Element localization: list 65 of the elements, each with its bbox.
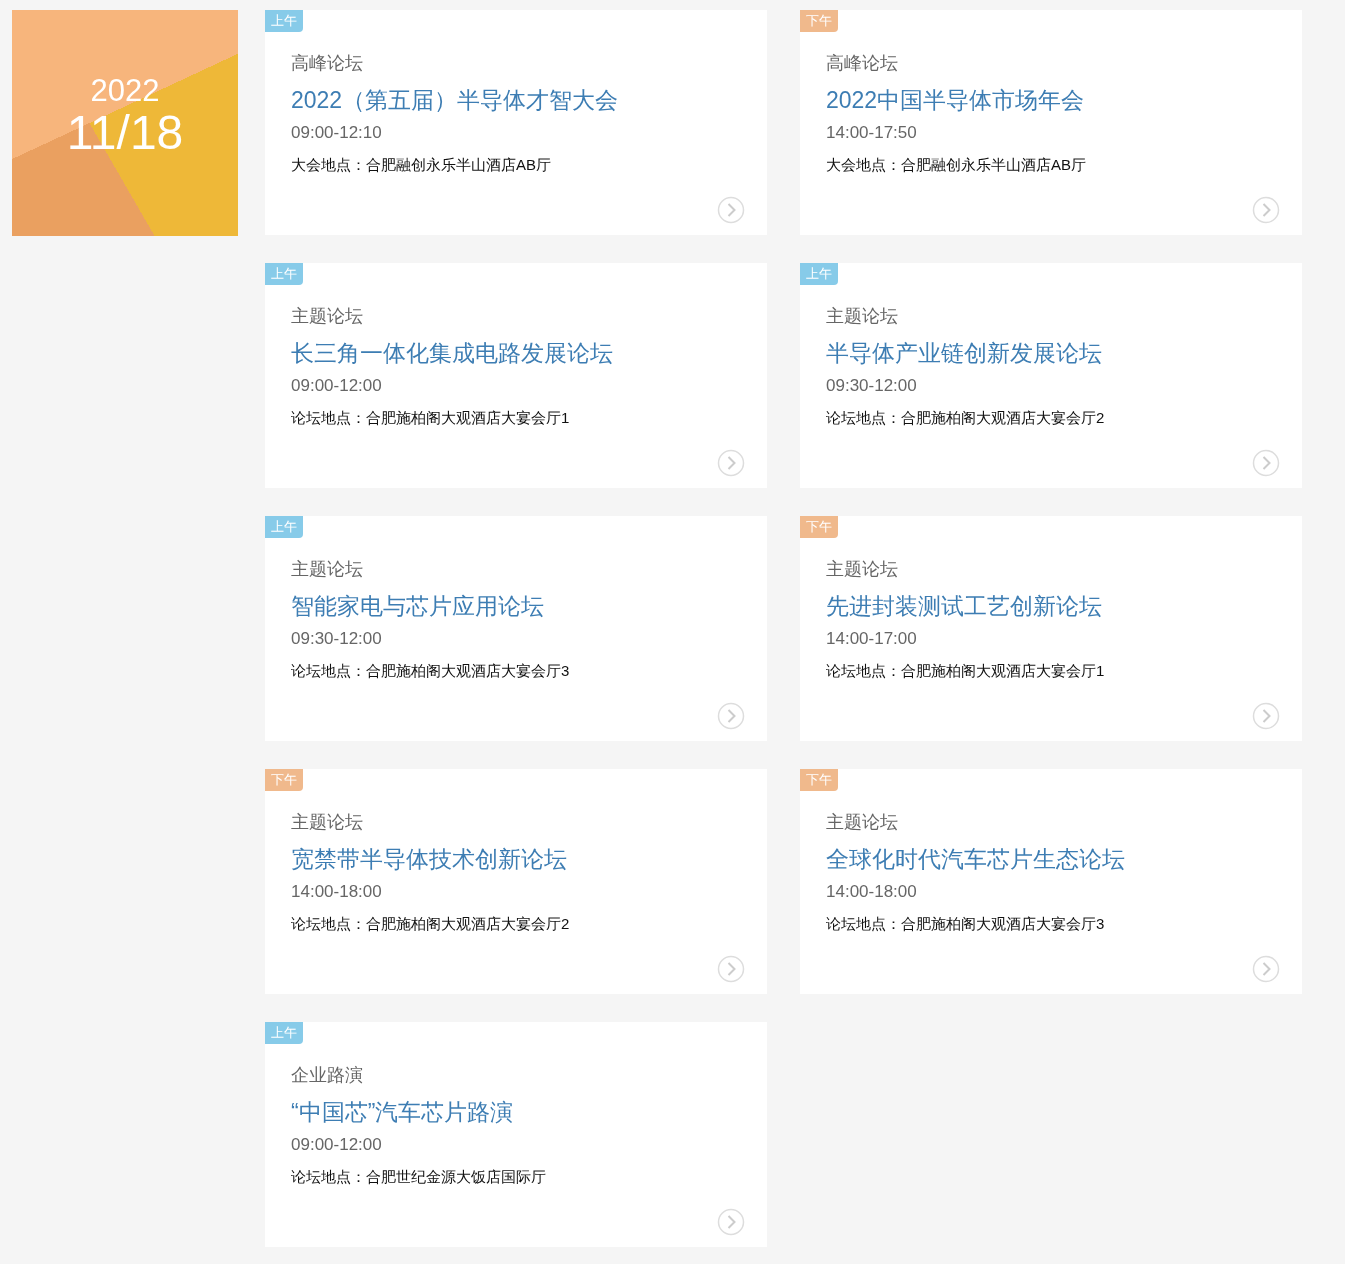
time-text: 09:30-12:00 — [291, 628, 383, 650]
session-title[interactable]: 2022中国半导体市场年会 — [826, 85, 1276, 115]
category-text: 主题论坛 — [291, 558, 364, 581]
category-text: 主题论坛 — [826, 811, 899, 834]
time-text: 09:00-12:10 — [291, 122, 383, 144]
venue-text: 论坛地点：合肥施柏阁大观酒店大宴会厅2 — [826, 408, 1106, 428]
time-text: 14:00-18:00 — [291, 881, 383, 903]
category-text: 主题论坛 — [826, 305, 899, 328]
session-title[interactable]: “中国芯”汽车芯片路演 — [291, 1097, 741, 1127]
session-card[interactable]: 上午 高峰论坛 2022（第五届）半导体才智大会 09:00-12:10 大会地点：合肥融创永乐半山酒店AB厅 — [265, 10, 767, 235]
venue-text: 论坛地点：合肥施柏阁大观酒店大宴会厅3 — [291, 661, 571, 681]
category-text: 高峰论坛 — [291, 52, 364, 75]
session-card[interactable]: 下午 高峰论坛 2022中国半导体市场年会 14:00-17:50 大会地点：合肥融创永乐半山酒店AB厅 — [800, 10, 1302, 235]
category-text: 高峰论坛 — [826, 52, 899, 75]
session-title[interactable]: 2022（第五届）半导体才智大会 — [291, 85, 741, 115]
period-tag: 上午 — [265, 263, 303, 285]
chevron-circle-icon[interactable] — [717, 955, 745, 983]
category-text: 主题论坛 — [291, 305, 364, 328]
session-card[interactable]: 上午 主题论坛 智能家电与芯片应用论坛 09:30-12:00 论坛地点：合肥施柏阁大观酒店大宴会厅3 — [265, 516, 767, 741]
period-tag: 下午 — [800, 516, 838, 538]
year-text: 2022 — [90, 74, 160, 109]
session-card[interactable]: 下午 主题论坛 先进封装测试工艺创新论坛 14:00-17:00 论坛地点：合肥施柏阁大观酒店大宴会厅1 — [800, 516, 1302, 741]
time-text: 09:00-12:00 — [291, 375, 383, 397]
session-title[interactable]: 全球化时代汽车芯片生态论坛 — [826, 844, 1276, 874]
chevron-circle-icon[interactable] — [1252, 702, 1280, 730]
session-title[interactable]: 智能家电与芯片应用论坛 — [291, 591, 741, 621]
chevron-circle-icon[interactable] — [717, 449, 745, 477]
period-tag: 下午 — [265, 769, 303, 791]
chevron-circle-icon[interactable] — [1252, 196, 1280, 224]
venue-text: 大会地点：合肥融创永乐半山酒店AB厅 — [291, 155, 552, 175]
period-tag: 上午 — [265, 1022, 303, 1044]
category-text: 主题论坛 — [826, 558, 899, 581]
venue-text: 论坛地点：合肥施柏阁大观酒店大宴会厅1 — [826, 661, 1106, 681]
session-card[interactable]: 上午 主题论坛 半导体产业链创新发展论坛 09:30-12:00 论坛地点：合肥施柏阁大观酒店大宴会厅2 — [800, 263, 1302, 488]
period-tag: 上午 — [265, 516, 303, 538]
session-title[interactable]: 先进封装测试工艺创新论坛 — [826, 591, 1276, 621]
category-text: 企业路演 — [291, 1064, 364, 1087]
venue-text: 论坛地点：合肥施柏阁大观酒店大宴会厅2 — [291, 914, 571, 934]
chevron-circle-icon[interactable] — [717, 1208, 745, 1236]
session-title[interactable]: 半导体产业链创新发展论坛 — [826, 338, 1276, 368]
time-text: 09:30-12:00 — [826, 375, 918, 397]
session-card[interactable]: 上午 企业路演 “中国芯”汽车芯片路演 09:00-12:00 论坛地点：合肥世纪金源大饭店国际厅 — [265, 1022, 767, 1247]
session-card[interactable]: 上午 主题论坛 长三角一体化集成电路发展论坛 09:00-12:00 论坛地点：合肥施柏阁大观酒店大宴会厅1 — [265, 263, 767, 488]
chevron-circle-icon[interactable] — [1252, 955, 1280, 983]
period-tag: 上午 — [800, 263, 838, 285]
period-tag: 下午 — [800, 10, 838, 32]
session-card[interactable]: 下午 主题论坛 全球化时代汽车芯片生态论坛 14:00-18:00 论坛地点：合肥施柏阁大观酒店大宴会厅3 — [800, 769, 1302, 994]
time-text: 14:00-17:00 — [826, 628, 918, 650]
chevron-circle-icon[interactable] — [1252, 449, 1280, 477]
session-title[interactable]: 宽禁带半导体技术创新论坛 — [291, 844, 741, 874]
date-text: 11/18 — [66, 108, 184, 159]
time-text: 14:00-18:00 — [826, 881, 918, 903]
venue-text: 论坛地点：合肥世纪金源大饭店国际厅 — [291, 1167, 547, 1187]
venue-text: 大会地点：合肥融创永乐半山酒店AB厅 — [826, 155, 1087, 175]
period-tag: 上午 — [265, 10, 303, 32]
session-card[interactable]: 下午 主题论坛 宽禁带半导体技术创新论坛 14:00-18:00 论坛地点：合肥施柏阁大观酒店大宴会厅2 — [265, 769, 767, 994]
venue-text: 论坛地点：合肥施柏阁大观酒店大宴会厅3 — [826, 914, 1106, 934]
period-tag: 下午 — [800, 769, 838, 791]
chevron-circle-icon[interactable] — [717, 196, 745, 224]
session-title[interactable]: 长三角一体化集成电路发展论坛 — [291, 338, 741, 368]
category-text: 主题论坛 — [291, 811, 364, 834]
time-text: 14:00-17:50 — [826, 122, 918, 144]
chevron-circle-icon[interactable] — [717, 702, 745, 730]
time-text: 09:00-12:00 — [291, 1134, 383, 1156]
venue-text: 论坛地点：合肥施柏阁大观酒店大宴会厅1 — [291, 408, 571, 428]
